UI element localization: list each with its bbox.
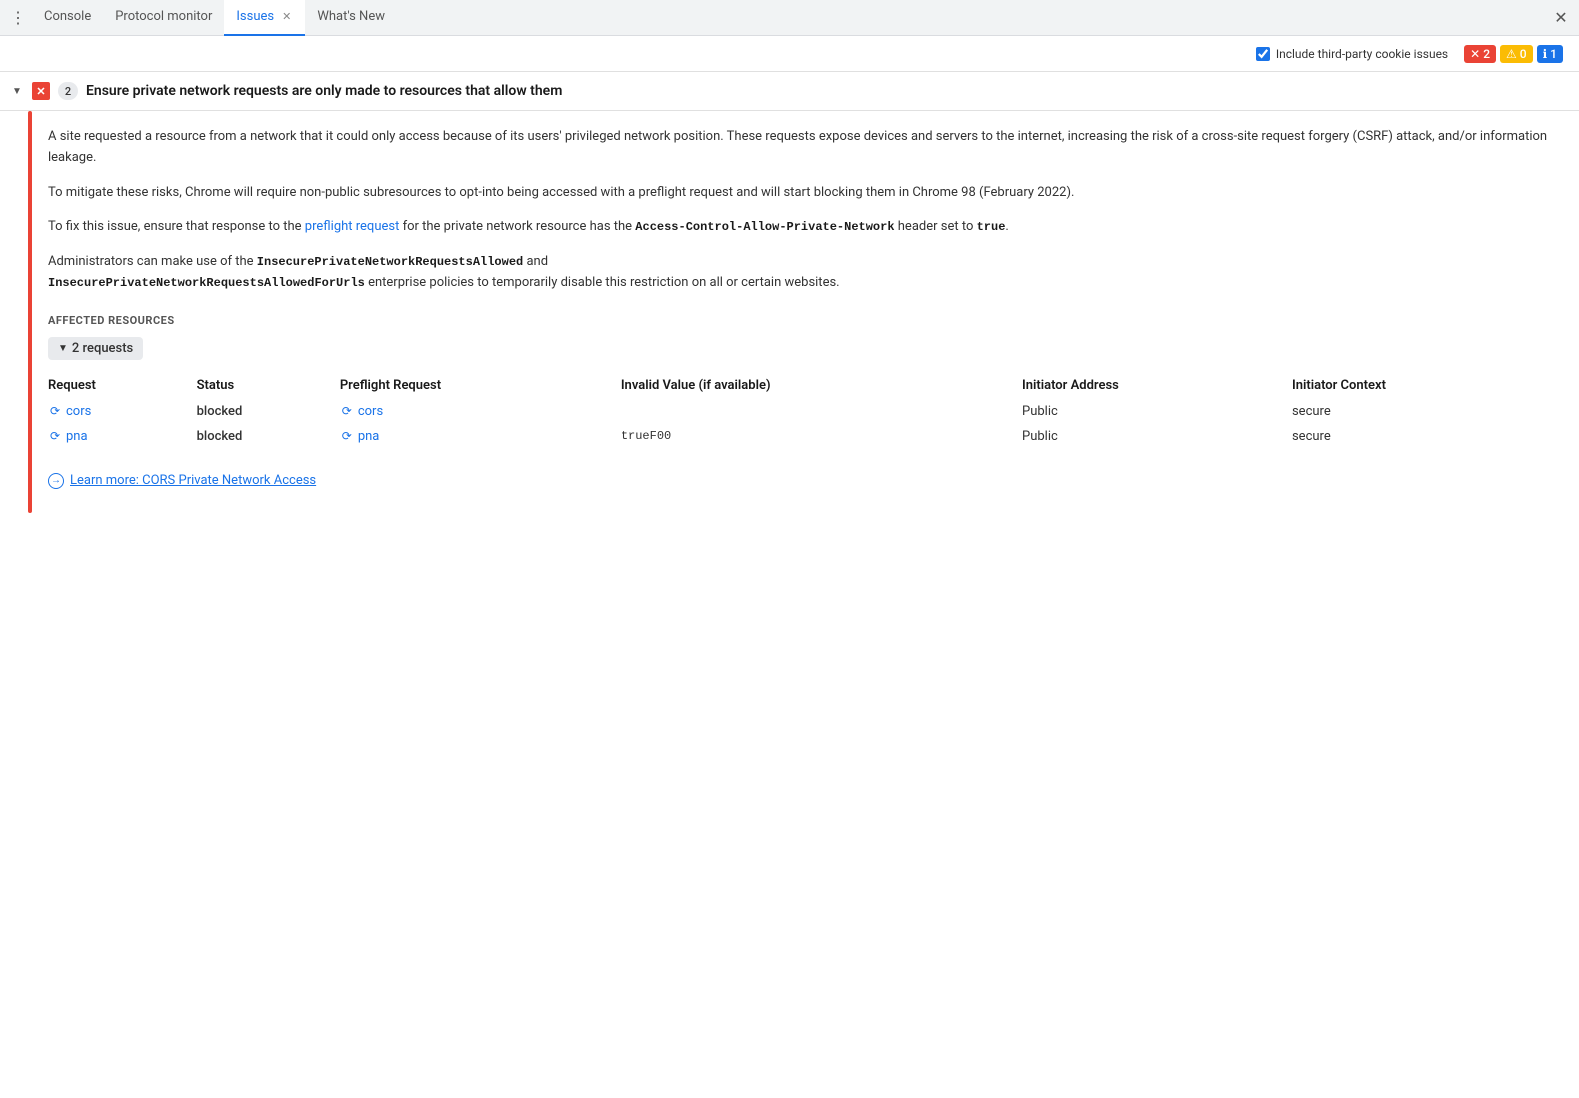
col-header-invalid-value: Invalid Value (if available) <box>621 372 1022 399</box>
info-badge-icon: ℹ <box>1543 47 1548 61</box>
tab-whats-new[interactable]: What's New <box>305 0 397 36</box>
row1-preflight-link[interactable]: ⟳ cors <box>340 404 609 419</box>
table-row: ⟳ pna blocked ⟳ pna <box>48 424 1555 449</box>
row2-request-link-icon: ⟳ <box>48 429 62 443</box>
window-close-button[interactable]: ✕ <box>1547 4 1575 32</box>
row1-request-anchor[interactable]: cors <box>66 404 91 419</box>
row2-preflight-anchor[interactable]: pna <box>358 429 380 444</box>
row1-initiator-context: secure <box>1292 399 1555 424</box>
row2-initiator-address: Public <box>1022 424 1292 449</box>
learn-more: → Learn more: CORS Private Network Acces… <box>48 473 1555 489</box>
learn-more-icon: → <box>48 473 64 489</box>
row1-request-link[interactable]: ⟳ cors <box>48 404 185 419</box>
issue-chevron-icon: ▼ <box>12 86 24 97</box>
row1-preflight-link-icon: ⟳ <box>340 404 354 418</box>
error-badge-icon: ✕ <box>1470 47 1480 61</box>
warning-badge-count: 0 <box>1520 47 1527 61</box>
devtools-menu-icon[interactable]: ⋮ <box>4 4 32 32</box>
requests-toggle-chevron-icon: ▼ <box>58 343 68 354</box>
warning-badge: ⚠ 0 <box>1500 45 1533 63</box>
admin-code-1: InsecurePrivateNetworkRequestsAllowed <box>257 255 523 269</box>
info-badge-count: 1 <box>1550 47 1557 61</box>
fix-text-after-3: . <box>1005 219 1008 234</box>
col-header-request: Request <box>48 372 197 399</box>
row1-preflight: ⟳ cors <box>340 399 621 424</box>
error-badge: ✕ 2 <box>1464 45 1496 63</box>
row2-status: blocked <box>197 424 340 449</box>
row2-request: ⟳ pna <box>48 424 197 449</box>
preflight-request-link[interactable]: preflight request <box>305 219 400 234</box>
main-content: ▼ ✕ 2 Ensure private network requests ar… <box>0 72 1579 1098</box>
affected-resources: Affected Resources ▼ 2 requests Request … <box>48 314 1555 449</box>
table-header-row: Request Status Preflight Request Invalid… <box>48 372 1555 399</box>
col-header-initiator-address: Initiator Address <box>1022 372 1292 399</box>
tab-protocol-monitor-label: Protocol monitor <box>115 9 212 24</box>
learn-more-link[interactable]: Learn more: CORS Private Network Access <box>70 473 316 488</box>
admin-text-after: enterprise policies to temporarily disab… <box>365 275 840 290</box>
row2-preflight: ⟳ pna <box>340 424 621 449</box>
issue-paragraph-1: A site requested a resource from a netwo… <box>48 127 1555 169</box>
admin-text-mid: and <box>523 254 548 269</box>
table-row: ⟳ cors blocked ⟳ cors <box>48 399 1555 424</box>
issue-fix-paragraph: To fix this issue, ensure that response … <box>48 217 1555 238</box>
tab-whats-new-label: What's New <box>317 9 385 24</box>
issue-badges: ✕ 2 ⚠ 0 ℹ 1 <box>1464 45 1563 63</box>
col-header-status: Status <box>197 372 340 399</box>
issues-panel: ▼ ✕ 2 Ensure private network requests ar… <box>0 72 1579 1098</box>
row1-invalid-value <box>621 399 1022 424</box>
row1-preflight-anchor[interactable]: cors <box>358 404 383 419</box>
third-party-cookie-label: Include third-party cookie issues <box>1276 47 1448 61</box>
affected-resources-label: Affected Resources <box>48 314 1555 327</box>
col-header-preflight: Preflight Request <box>340 372 621 399</box>
issue-count-badge: 2 <box>58 82 78 100</box>
fix-code-1: Access-Control-Allow-Private-Network <box>635 220 894 234</box>
row2-preflight-link-icon: ⟳ <box>340 429 354 443</box>
row2-initiator-context: secure <box>1292 424 1555 449</box>
tab-issues[interactable]: Issues ✕ <box>224 0 305 36</box>
issue-paragraph-2: To mitigate these risks, Chrome will req… <box>48 183 1555 204</box>
requests-toggle-label: 2 requests <box>72 341 133 356</box>
tab-protocol-monitor[interactable]: Protocol monitor <box>103 0 224 36</box>
tab-console[interactable]: Console <box>32 0 103 36</box>
row1-initiator-address: Public <box>1022 399 1292 424</box>
issue-title: Ensure private network requests are only… <box>86 83 562 99</box>
admin-code-2: InsecurePrivateNetworkRequestsAllowedFor… <box>48 276 365 290</box>
issue-admin-paragraph: Administrators can make use of the Insec… <box>48 252 1555 294</box>
requests-toggle[interactable]: ▼ 2 requests <box>48 337 143 360</box>
row1-request-link-icon: ⟳ <box>48 404 62 418</box>
row2-request-link[interactable]: ⟳ pna <box>48 429 185 444</box>
row2-invalid-value: trueF00 <box>621 424 1022 449</box>
error-badge-count: 2 <box>1483 47 1490 61</box>
row1-status: blocked <box>197 399 340 424</box>
issue-content: A site requested a resource from a netwo… <box>32 111 1579 513</box>
fix-text-before: To fix this issue, ensure that response … <box>48 219 305 234</box>
third-party-cookie-checkbox[interactable] <box>1256 47 1270 61</box>
issues-toolbar: Include third-party cookie issues ✕ 2 ⚠ … <box>0 36 1579 72</box>
fix-text-after-2: header set to <box>895 219 977 234</box>
tab-issues-close-icon[interactable]: ✕ <box>280 8 293 25</box>
tab-issues-label: Issues <box>236 9 274 24</box>
col-header-initiator-context: Initiator Context <box>1292 372 1555 399</box>
admin-text-before: Administrators can make use of the <box>48 254 257 269</box>
warning-badge-icon: ⚠ <box>1506 47 1517 61</box>
issue-header[interactable]: ▼ ✕ 2 Ensure private network requests ar… <box>0 72 1579 111</box>
row2-request-anchor[interactable]: pna <box>66 429 88 444</box>
tab-console-label: Console <box>44 9 91 24</box>
row1-request: ⟳ cors <box>48 399 197 424</box>
tab-bar: ⋮ Console Protocol monitor Issues ✕ What… <box>0 0 1579 36</box>
issue-error-icon: ✕ <box>32 82 50 100</box>
fix-text-after-1: for the private network resource has the <box>399 219 635 234</box>
third-party-cookie-checkbox-label[interactable]: Include third-party cookie issues <box>1256 47 1448 61</box>
row2-preflight-link[interactable]: ⟳ pna <box>340 429 609 444</box>
requests-table: Request Status Preflight Request Invalid… <box>48 372 1555 449</box>
fix-code-2: true <box>977 220 1006 234</box>
info-badge: ℹ 1 <box>1537 45 1563 63</box>
issue-body: A site requested a resource from a netwo… <box>0 111 1579 513</box>
